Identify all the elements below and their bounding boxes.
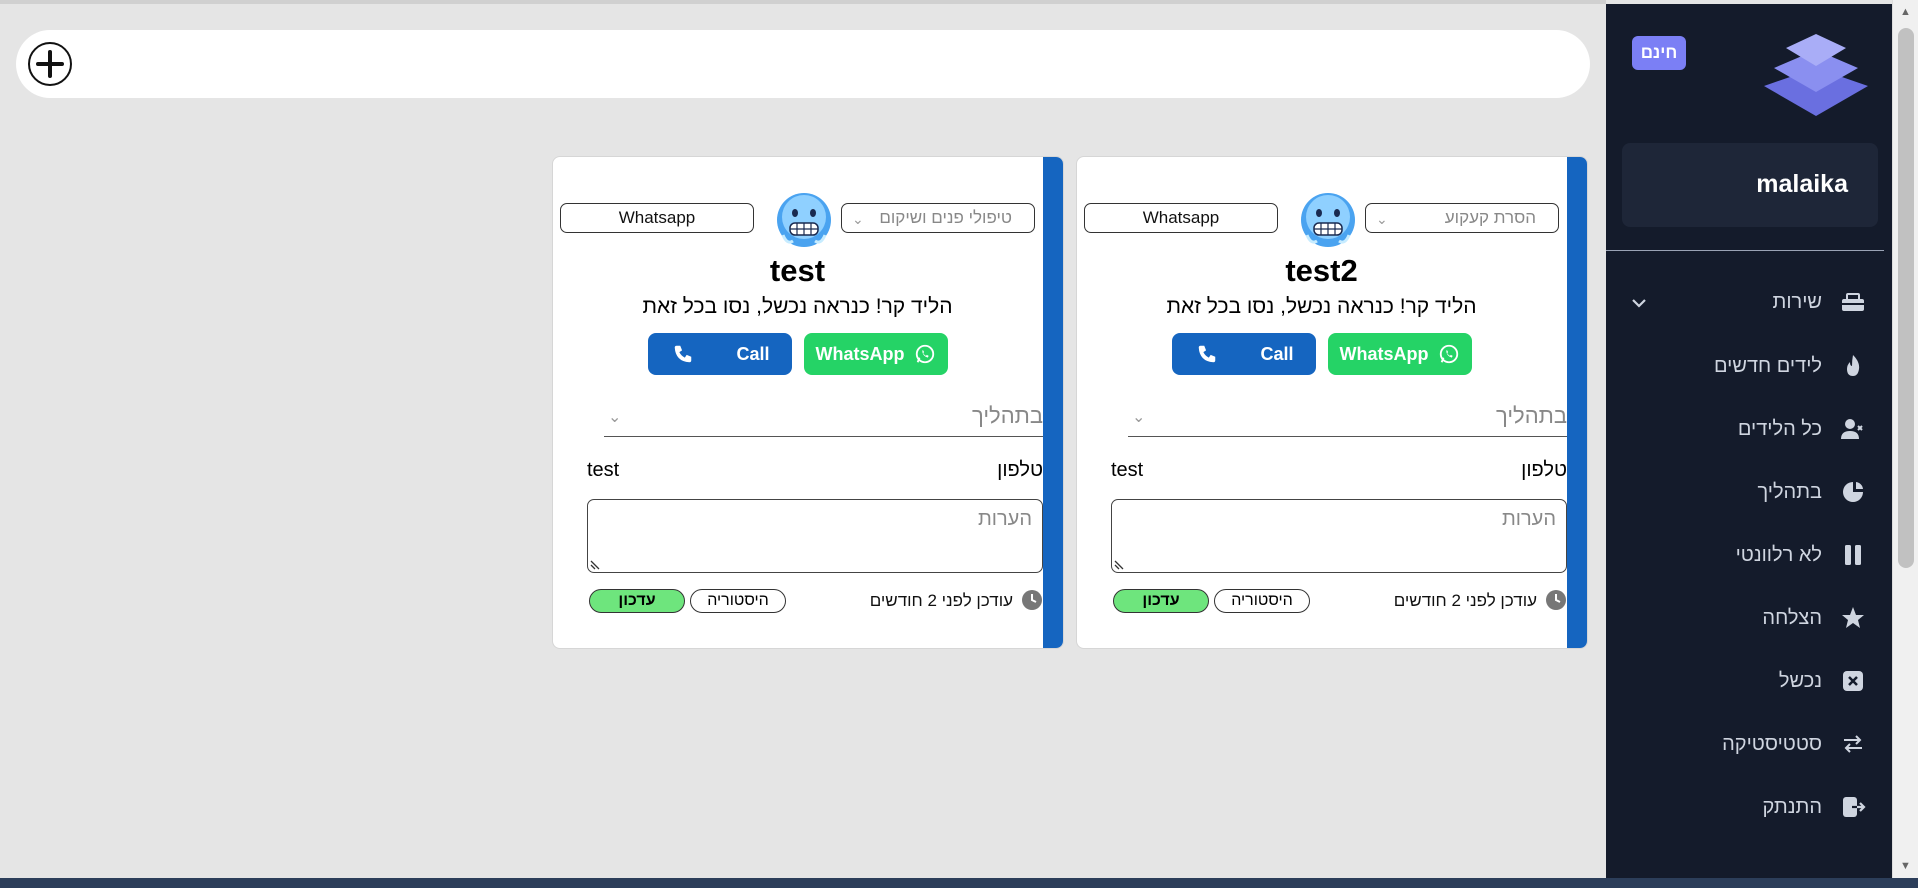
call-label: Call xyxy=(1260,343,1294,364)
phone-icon xyxy=(674,345,691,363)
sidebar-item-label: התנתק xyxy=(1762,795,1823,818)
top-bar xyxy=(16,30,1590,98)
star-icon xyxy=(1842,607,1864,628)
source-select[interactable]: הסרת קעקוע ⌄ xyxy=(1365,203,1559,233)
sidebar-item-service[interactable]: שירות xyxy=(1773,282,1867,322)
chevron-down-icon: ⌄ xyxy=(1376,211,1388,227)
lead-temperature-text: הליד קר! כנראה נכשל, נסו בכל זאת xyxy=(1166,295,1477,318)
channel-select[interactable]: Whatsapp xyxy=(560,203,754,233)
channel-value: Whatsapp xyxy=(618,208,696,227)
scrollbar[interactable]: ▲ ▼ xyxy=(1892,0,1918,878)
phone-label: טלפון xyxy=(1521,459,1567,481)
taskbar-strip xyxy=(0,878,1918,888)
whatsapp-button[interactable]: WhatsApp xyxy=(803,333,948,375)
updated-time: עודכן לפני 2 חודשים xyxy=(869,591,1013,610)
sidebar-item-label: סטטיסטיקה xyxy=(1722,732,1822,755)
sidebar-item-label: שירות xyxy=(1772,290,1823,313)
scroll-up-icon[interactable]: ▲ xyxy=(1900,6,1911,18)
sidebar-item-in-process[interactable]: בתהליך xyxy=(1757,472,1866,512)
sidebar-item-success[interactable]: הצלחה xyxy=(1762,598,1866,638)
source-value: טיפולי פנים ושיקום xyxy=(879,208,1012,227)
notes-textarea[interactable]: הערות xyxy=(587,499,1043,573)
chevron-down-icon: ⌄ xyxy=(608,409,622,426)
sidebar-item-statistics[interactable]: סטטיסטיקה xyxy=(1722,724,1866,764)
x-box-icon xyxy=(1843,671,1863,691)
update-button[interactable]: עדכון xyxy=(1113,589,1209,613)
update-button[interactable]: עדכון xyxy=(589,589,685,613)
clock-icon xyxy=(1546,590,1566,610)
whatsapp-label: WhatsApp xyxy=(1339,343,1429,364)
source-value: הסרת קעקוע xyxy=(1444,208,1536,227)
updated-time: עודכן לפני 2 חודשים xyxy=(1393,591,1537,610)
logout-icon xyxy=(1843,797,1866,817)
stage-value: בתהליך xyxy=(972,403,1043,428)
cold-face-emoji-icon xyxy=(777,193,831,247)
sidebar-item-label: לידים חדשים xyxy=(1714,354,1822,377)
sidebar-item-failed[interactable]: נכשל xyxy=(1779,661,1866,701)
lead-name: test2 xyxy=(1285,253,1358,288)
channel-select[interactable]: Whatsapp xyxy=(1084,203,1278,233)
sidebar-item-label: הצלחה xyxy=(1762,606,1822,629)
add-lead-button[interactable] xyxy=(28,42,72,86)
stage-select[interactable]: בתהליך ⌄ xyxy=(604,401,1043,437)
resize-handle-icon[interactable] xyxy=(590,558,602,570)
phone-value: test xyxy=(587,459,620,481)
plan-badge: חינם xyxy=(1632,36,1686,70)
fire-icon xyxy=(1847,355,1860,376)
lead-card: הסרת קעקוע ⌄ Whatsapp test2 הליד קר! כנר… xyxy=(1076,156,1588,649)
chevron-down-icon: ⌄ xyxy=(1132,409,1146,426)
arrows-icon xyxy=(1844,735,1862,753)
resize-handle-icon[interactable] xyxy=(1114,558,1126,570)
sidebar-item-not-relevant[interactable]: לא רלוונטי xyxy=(1736,535,1866,575)
sidebar-item-label: לא רלוונטי xyxy=(1735,543,1822,566)
sidebar-divider xyxy=(1606,250,1884,251)
users-icon xyxy=(1841,419,1863,439)
lead-name: test xyxy=(769,253,826,288)
notes-placeholder: הערות xyxy=(1501,508,1556,530)
phone-icon xyxy=(1198,345,1215,363)
process-icon xyxy=(1843,482,1863,502)
whatsapp-label: WhatsApp xyxy=(815,343,905,364)
history-button[interactable]: היסטוריה xyxy=(1214,589,1310,613)
lead-temperature-text: הליד קר! כנראה נכשל, נסו בכל זאת xyxy=(642,295,953,318)
username: malaika xyxy=(1622,143,1878,227)
main-area: הסרת קעקוע ⌄ Whatsapp test2 הליד קר! כנר… xyxy=(0,0,1606,878)
clock-icon xyxy=(1022,590,1042,610)
notes-textarea[interactable]: הערות xyxy=(1111,499,1567,573)
whatsapp-icon xyxy=(915,344,934,364)
sidebar-item-label: כל הלידים xyxy=(1737,417,1822,440)
layers-logo-icon xyxy=(1764,34,1868,116)
channel-value: Whatsapp xyxy=(1142,208,1220,227)
stage-select[interactable]: בתהליך ⌄ xyxy=(1128,401,1567,437)
stage-value: בתהליך xyxy=(1496,403,1567,428)
call-button[interactable]: Call xyxy=(1171,333,1316,375)
whatsapp-icon xyxy=(1439,344,1458,364)
sidebar-item-all-leads[interactable]: כל הלידים xyxy=(1738,409,1866,449)
chevron-down-icon[interactable] xyxy=(1630,294,1648,312)
sidebar-item-label: בתהליך xyxy=(1757,480,1822,503)
history-button[interactable]: היסטוריה xyxy=(690,589,786,613)
whatsapp-button[interactable]: WhatsApp xyxy=(1327,333,1472,375)
chevron-down-icon: ⌄ xyxy=(852,211,864,227)
scroll-down-icon[interactable]: ▼ xyxy=(1900,860,1911,872)
sidebar-item-label: נכשל xyxy=(1778,669,1822,692)
lead-card: טיפולי פנים ושיקום ⌄ Whatsapp test הליד xyxy=(552,156,1064,649)
pause-icon xyxy=(1845,545,1861,565)
scrollbar-thumb[interactable] xyxy=(1898,28,1914,568)
phone-value: test xyxy=(1111,459,1144,481)
call-label: Call xyxy=(736,343,770,364)
sidebar-item-new-leads[interactable]: לידים חדשים xyxy=(1714,346,1866,386)
phone-label: טלפון xyxy=(997,459,1043,481)
source-select[interactable]: טיפולי פנים ושיקום ⌄ xyxy=(841,203,1035,233)
plus-icon xyxy=(36,50,64,78)
toolbox-icon xyxy=(1842,293,1864,311)
card-accent-stripe xyxy=(1567,157,1587,648)
cold-face-emoji-icon xyxy=(1301,193,1355,247)
sidebar-item-logout[interactable]: התנתק xyxy=(1763,787,1867,827)
card-accent-stripe xyxy=(1043,157,1063,648)
sidebar: חינם malaika שירות לידים חדשים כל הלידים… xyxy=(1606,4,1892,878)
call-button[interactable]: Call xyxy=(647,333,792,375)
notes-placeholder: הערות xyxy=(977,508,1032,530)
